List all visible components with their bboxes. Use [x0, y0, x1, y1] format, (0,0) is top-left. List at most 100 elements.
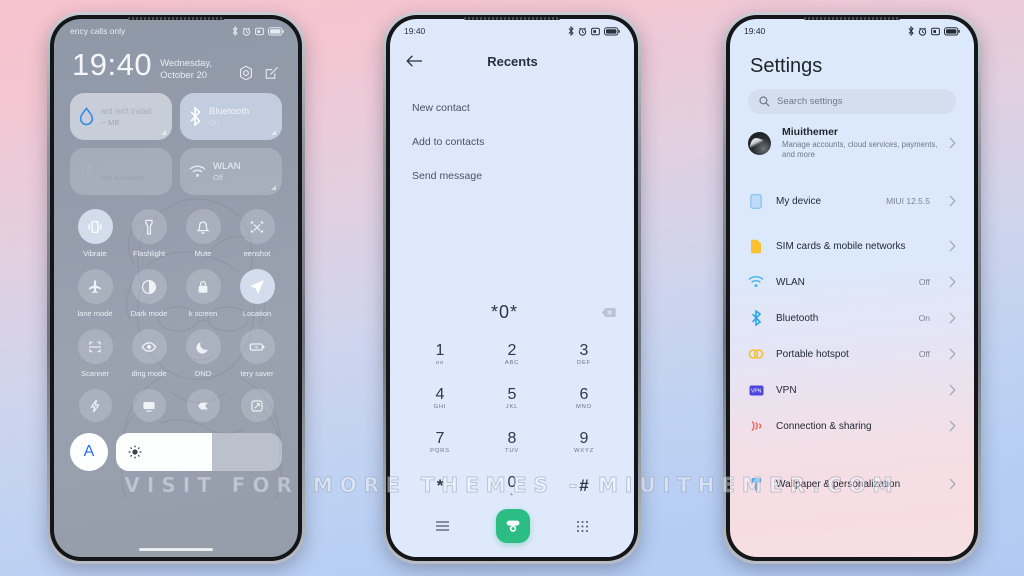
- toggle-screenshot[interactable]: eenshot: [230, 209, 284, 258]
- toggle-mute[interactable]: Mute: [176, 209, 230, 258]
- tile-mobile-data[interactable]: ile data Not available: [70, 148, 172, 195]
- search-input[interactable]: Search settings: [748, 89, 956, 114]
- toggle-reading-circle: [131, 329, 167, 364]
- tile-bluetooth-title: Bluetooth: [209, 105, 250, 117]
- chevron-right-icon: [949, 384, 956, 396]
- toggle-vibrate-circle: [77, 209, 113, 244]
- toggle-reading-mode[interactable]: ding mode: [122, 329, 176, 378]
- brightness-slider[interactable]: [116, 433, 282, 471]
- key-3[interactable]: 3 DEF: [548, 333, 620, 375]
- key-9-digit: 9: [579, 430, 589, 447]
- toggle-card[interactable]: [176, 389, 230, 422]
- key-8[interactable]: 8 TUV: [476, 421, 548, 463]
- account-row[interactable]: Miuithemer Manage accounts, cloud servic…: [730, 114, 974, 170]
- statusbar-time: 19:40: [404, 26, 426, 36]
- toggle-dnd-label: DND: [194, 369, 212, 378]
- earpiece-speaker: [804, 17, 900, 20]
- setting-sim-cards[interactable]: SIM cards & mobile networks: [730, 228, 974, 264]
- key-3-letters: DEF: [577, 360, 591, 366]
- setting-connection-sharing-label: Connection & sharing: [776, 420, 872, 432]
- scanner-icon: [89, 341, 101, 352]
- key-9[interactable]: 9 WXYZ: [548, 421, 620, 463]
- key-hash[interactable]: #: [548, 465, 620, 507]
- tile-mobile-data-sub: Not available: [100, 172, 144, 182]
- moon-icon: [196, 341, 208, 354]
- edit-icon[interactable]: [264, 65, 280, 81]
- toggle-airplane-mode[interactable]: lane mode: [68, 269, 122, 318]
- key-6[interactable]: 6 MNO: [548, 377, 620, 419]
- tile-expand-corner[interactable]: [271, 130, 276, 135]
- toggle-lightning[interactable]: [68, 389, 122, 422]
- key-4[interactable]: 4 GHI: [404, 377, 476, 419]
- tile-expand-corner[interactable]: [161, 130, 166, 135]
- toggle-lock-screen[interactable]: k screen: [176, 269, 230, 318]
- action-new-contact[interactable]: New contact: [412, 91, 612, 125]
- tile-wlan-text: WLAN Off: [213, 161, 240, 183]
- key-2[interactable]: 2 ABC: [476, 333, 548, 375]
- setting-my-device[interactable]: My device MIUI 12.5.5: [730, 183, 974, 219]
- phone-bezel: 19:40 Recents New contact Add to contact…: [386, 15, 638, 561]
- home-indicator[interactable]: [139, 548, 213, 551]
- toggle-screen-cast[interactable]: [230, 389, 284, 422]
- list-menu-icon[interactable]: [435, 520, 450, 532]
- key-0-digit: 0: [507, 474, 517, 491]
- toggle-flashlight-circle: [131, 209, 167, 244]
- toggle-flashlight[interactable]: Flashlight: [122, 209, 176, 258]
- auto-brightness-button[interactable]: A: [70, 433, 108, 471]
- dialer-header: Recents: [390, 43, 634, 75]
- action-send-message[interactable]: Send message: [412, 159, 612, 193]
- wlan-icon: [748, 276, 764, 288]
- avatar: [748, 131, 771, 155]
- setting-portable-hotspot[interactable]: Portable hotspot Off: [730, 336, 974, 372]
- backspace-icon[interactable]: [601, 307, 616, 318]
- setting-my-device-label: My device: [776, 195, 822, 207]
- toggle-scanner[interactable]: Scanner: [68, 329, 122, 378]
- toggle-battery-saver-circle: [239, 329, 275, 364]
- tile-expand-corner[interactable]: [271, 185, 276, 190]
- key-star[interactable]: *: [404, 465, 476, 507]
- call-button[interactable]: [496, 509, 530, 543]
- phone-bezel: 19:40 Settings Search settings Miuitheme…: [726, 15, 978, 561]
- toggle-row-2: lane mode Dark mode k screen Location: [68, 269, 284, 318]
- setting-connection-sharing[interactable]: Connection & sharing: [730, 408, 974, 444]
- toggle-battery-saver[interactable]: tery saver: [230, 329, 284, 378]
- toggle-vibrate[interactable]: Vibrate: [68, 209, 122, 258]
- chevron-right-icon: [949, 276, 956, 288]
- tile-data-saver[interactable]: ard isn't install -- MB: [70, 93, 172, 140]
- toggle-dark-mode[interactable]: Dark mode: [122, 269, 176, 318]
- setting-wallpaper-personalization[interactable]: Wallpaper & personalization: [730, 466, 974, 502]
- key-5[interactable]: 5 JKL: [476, 377, 548, 419]
- toggle-mute-label: Mute: [194, 249, 212, 258]
- key-5-letters: JKL: [505, 404, 519, 410]
- key-7[interactable]: 7 PQRS: [404, 421, 476, 463]
- back-arrow-icon[interactable]: [406, 54, 423, 68]
- dialer-action-list: New contact Add to contacts Send message: [390, 75, 634, 193]
- toggle-scanner-label: Scanner: [81, 369, 109, 378]
- key-1[interactable]: 1 oo: [404, 333, 476, 375]
- setting-wlan[interactable]: WLAN Off: [730, 264, 974, 300]
- settings-gear-icon[interactable]: [238, 65, 254, 81]
- toggle-row-1: Vibrate Flashlight Mute eenshot: [68, 209, 284, 258]
- dialed-number[interactable]: *0*: [408, 302, 601, 323]
- setting-bluetooth[interactable]: Bluetooth On: [730, 300, 974, 336]
- tile-wlan[interactable]: WLAN Off: [180, 148, 282, 195]
- action-add-to-contacts[interactable]: Add to contacts: [412, 125, 612, 159]
- tile-data-saver-text: ard isn't install -- MB: [101, 106, 151, 128]
- key-0[interactable]: 0 +: [476, 465, 548, 507]
- key-3-digit: 3: [579, 342, 589, 359]
- setting-my-device-value: MIUI 12.5.5: [886, 196, 930, 206]
- vibrate-icon: [88, 220, 102, 233]
- keypad-icon[interactable]: [576, 520, 589, 533]
- airplane-icon: [88, 279, 102, 293]
- sim-card-icon: [748, 239, 764, 254]
- toggle-cast[interactable]: [122, 389, 176, 422]
- tile-bluetooth[interactable]: Bluetooth On: [180, 93, 282, 140]
- statusbar-icons: [568, 26, 620, 36]
- lock-icon: [198, 280, 208, 293]
- setting-vpn-label: VPN: [776, 384, 797, 396]
- dialer-bottom-bar: [390, 507, 634, 553]
- setting-vpn[interactable]: VPN VPN: [730, 372, 974, 408]
- toggle-location[interactable]: Location: [230, 269, 284, 318]
- toggle-dnd[interactable]: DND: [176, 329, 230, 378]
